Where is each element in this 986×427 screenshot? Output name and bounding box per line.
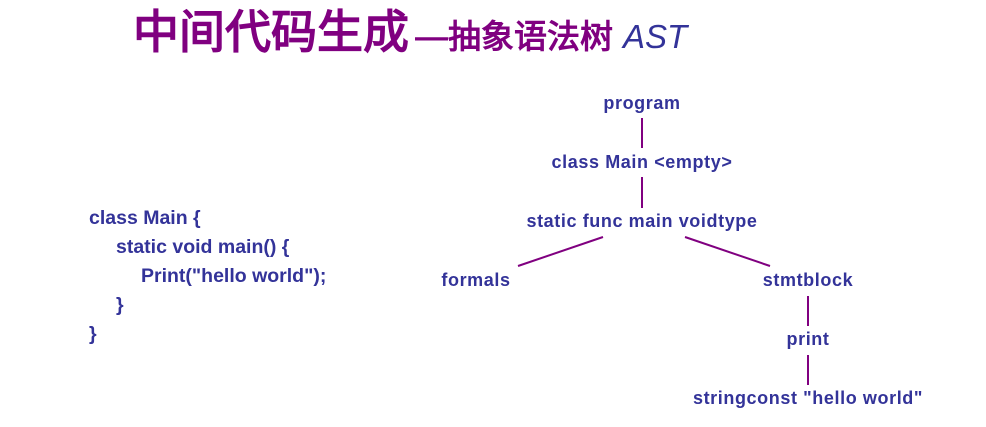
node-stmtblock: stmtblock [763, 270, 854, 290]
node-static-func-main: static func main voidtype [526, 211, 757, 231]
edge-func-stmtblock [684, 236, 771, 267]
ast-tree: program class Main <empty> static func m… [441, 93, 923, 408]
node-stringconst: stringconst "hello world" [693, 388, 923, 408]
node-class-main: class Main <empty> [552, 152, 733, 172]
node-print: print [787, 329, 830, 349]
node-program: program [603, 93, 680, 113]
node-formals: formals [441, 270, 510, 290]
edge-func-formals [517, 236, 604, 267]
